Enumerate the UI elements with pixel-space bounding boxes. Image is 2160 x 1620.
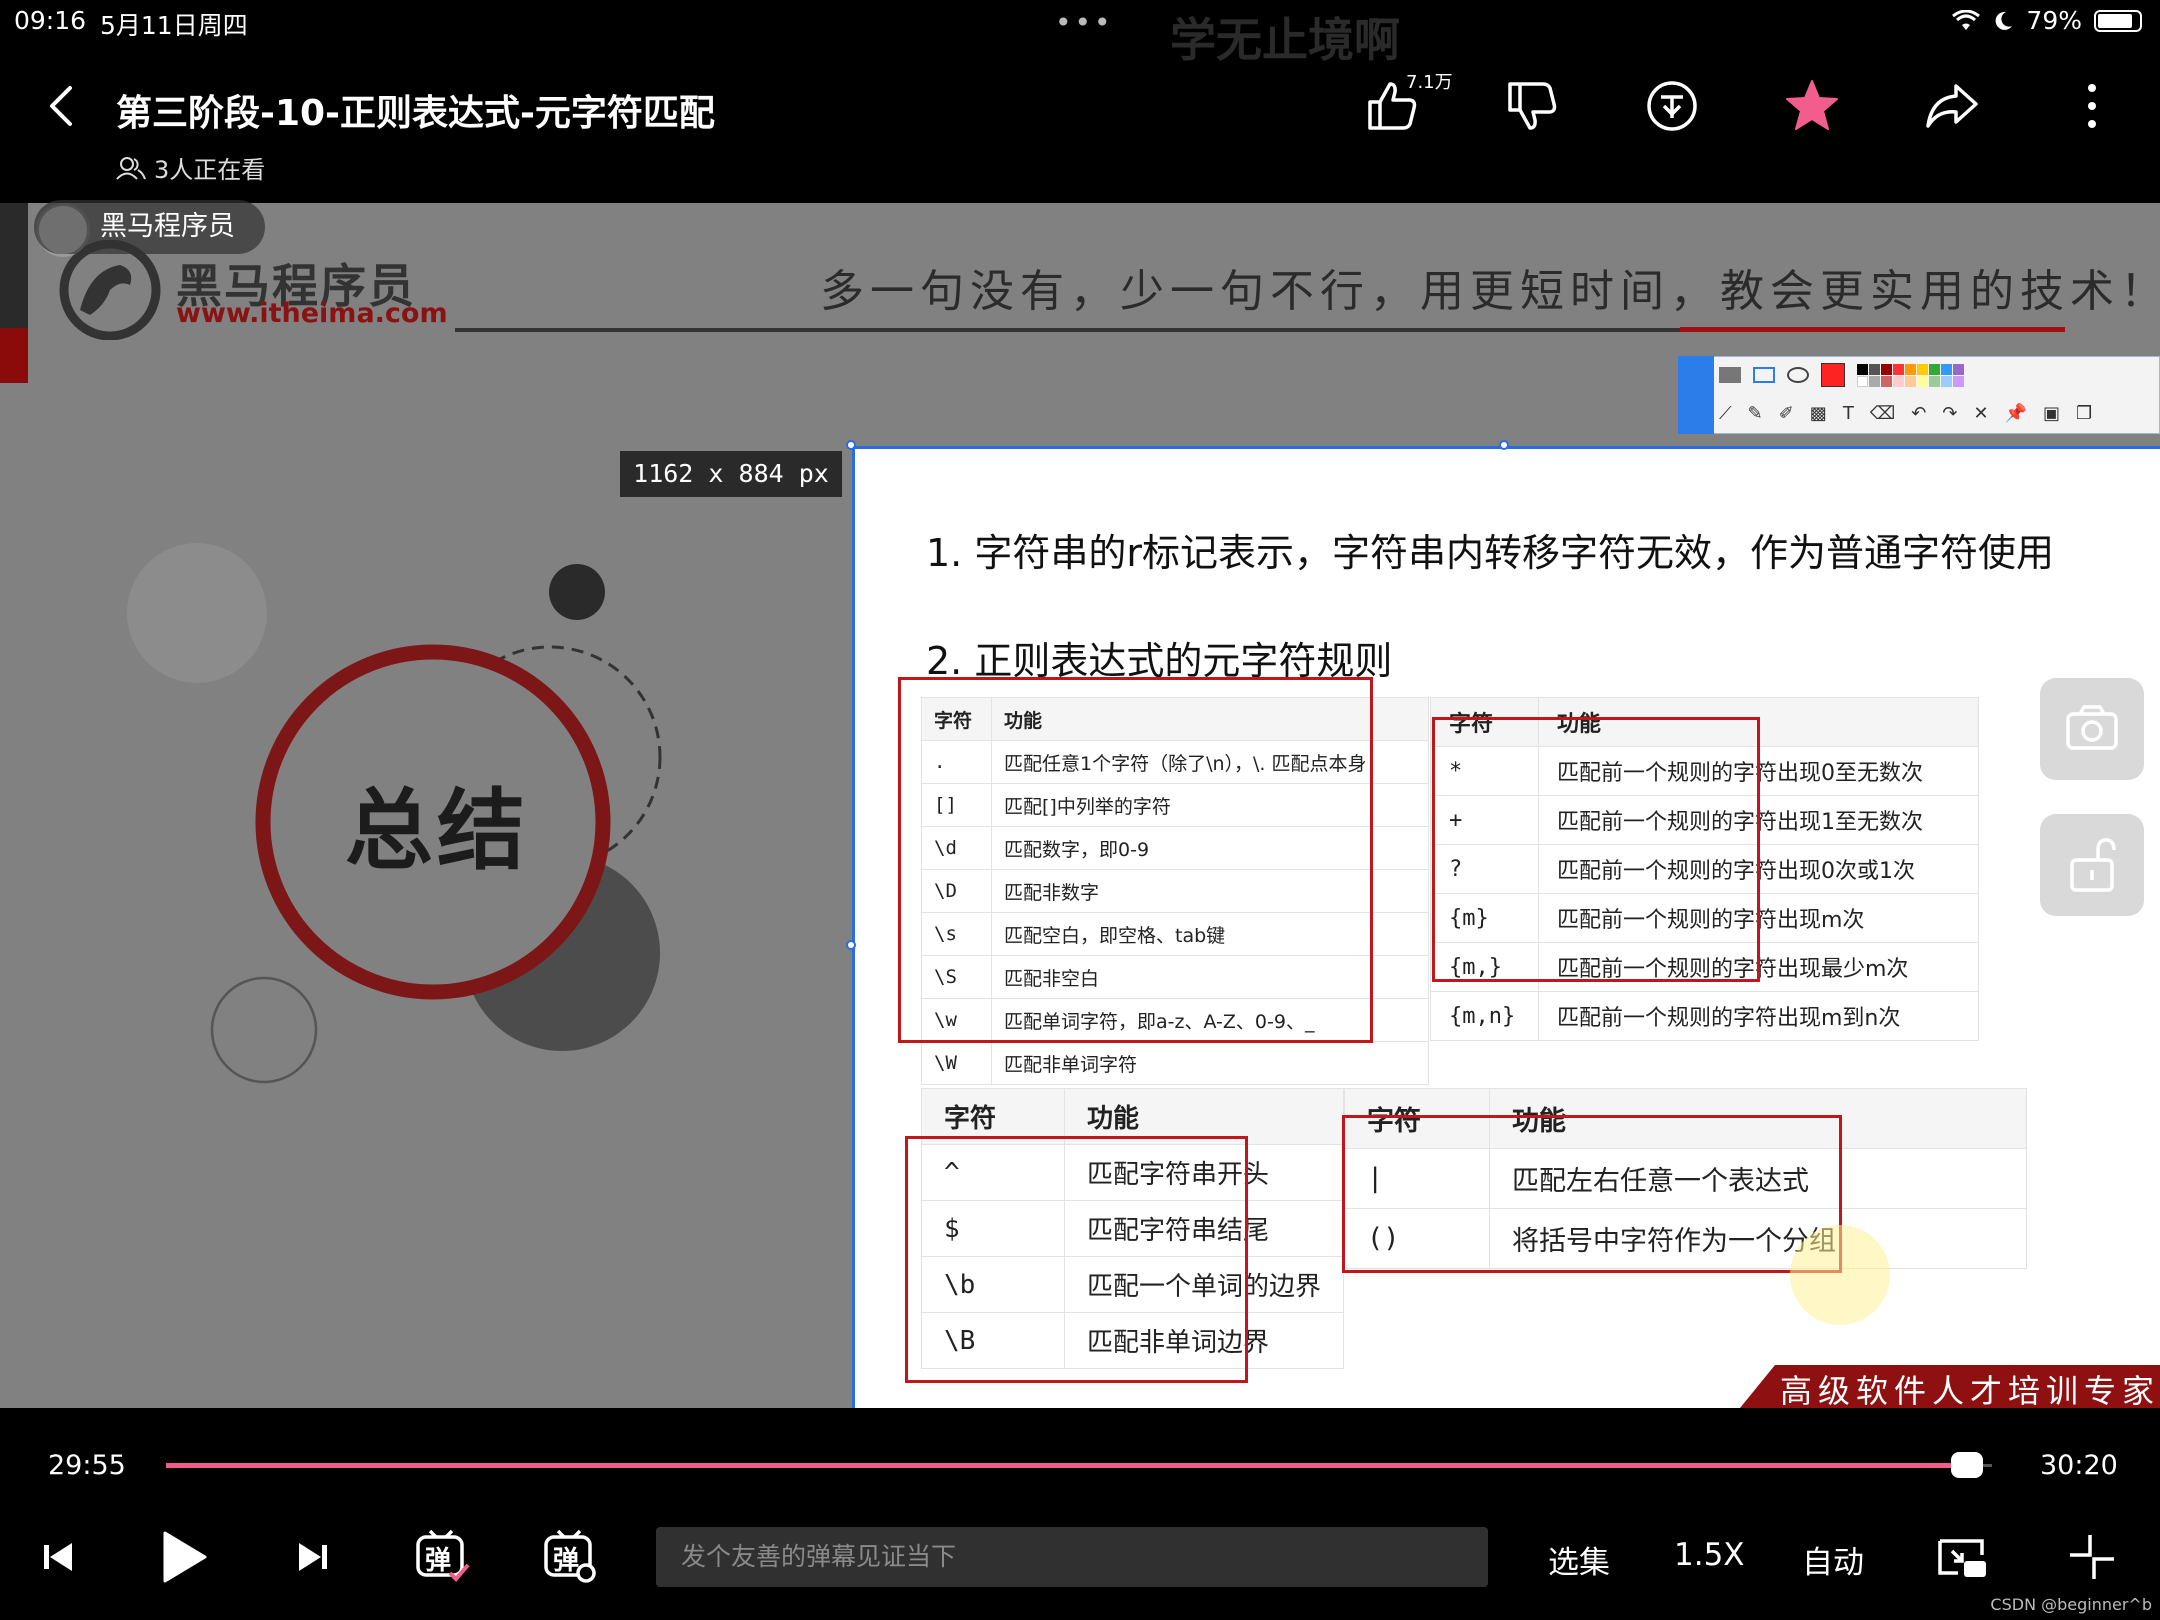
ellipse-icon[interactable] [1787,367,1809,383]
mosaic-icon[interactable]: ▩ [1810,403,1827,424]
status-time: 09:16 [14,6,87,35]
toolbar-shapes-row [1719,363,1964,387]
danmaku-settings-button[interactable]: 弹 [540,1527,600,1587]
table-cell-desc: 匹配非单词字符 [991,1041,1429,1085]
back-arrow-icon[interactable] [38,80,86,132]
table-row: {m,n} 匹配前一个规则的字符出现m到n次 [1430,991,1979,1041]
battery-icon [2094,9,2142,32]
pencil-icon[interactable]: ✎ [1748,403,1763,424]
rect-fill-icon[interactable] [1719,367,1741,383]
screenshot-dimension-label: 1162 x 884 px [620,451,842,497]
status-date: 5月11日周四 [100,11,248,40]
resize-handle-top-left[interactable] [846,440,856,450]
undo-icon[interactable]: ↶ [1911,403,1926,424]
viewers-icon [116,156,146,180]
next-icon[interactable] [283,1527,343,1587]
summary-title: 总结 [345,779,530,882]
resize-handle-left[interactable] [846,940,856,950]
coin-icon[interactable] [1642,76,1702,136]
resize-handle-top[interactable] [1499,440,1509,450]
speed-button[interactable]: 1.5X [1674,1537,1745,1573]
slide-point-1: 1. 字符串的r标记表示，字符串内转移字符无效，作为普通字符使用 [926,531,2054,575]
color-current-swatch[interactable] [1821,363,1845,387]
lock-button[interactable] [2040,814,2144,916]
favorite-star-icon[interactable] [1782,76,1842,136]
danmaku-toggle-button[interactable]: 弹 [412,1527,472,1587]
annotation-box-1 [898,677,1373,1043]
table-row: \W 匹配非单词字符 [921,1041,1429,1085]
status-right: 79% [1952,6,2142,35]
danmaku-input[interactable]: 发个友善的弹幕见证当下 [656,1527,1488,1587]
viewer-count: 3人正在看 [116,150,265,185]
progress-fill [166,1463,1965,1468]
logo-url: www.itheima.com [176,298,448,329]
slide-slogan: 多一句没有，少一句不行，用更短时间，教会更实用的技术！ [820,266,2160,317]
slide-left-bar [0,203,28,328]
color-palette[interactable] [1857,363,1964,387]
moon-icon [1996,11,2013,30]
redo-icon[interactable]: ↷ [1942,403,1957,424]
battery-percent: 79% [2026,6,2082,35]
close-icon[interactable]: ✕ [1973,403,1988,424]
annotation-box-4 [1342,1115,1842,1273]
status-bar: 09:16 5月11日周四 ••• 学无止境啊 79% [0,0,2160,67]
capture-toolbar: ⟋ ✎ ✐ ▩ T ⌫ ↶ ↷ ✕ 📌 ▣ ❐ [1678,356,2160,434]
camera-icon [2066,705,2118,750]
progress-thumb[interactable] [1951,1452,1983,1478]
viewer-count-text: 3人正在看 [154,156,266,184]
annotation-box-3 [905,1136,1248,1383]
background-ghost-text: 学无止境啊 [1170,13,1400,67]
text-tool-icon[interactable]: T [1843,403,1854,424]
table-cell-char: \W [921,1041,992,1085]
toolbar-select-tool[interactable] [1678,356,1714,434]
eraser-icon[interactable]: ⌫ [1870,403,1895,424]
video-title: 第三阶段-10-正则表达式-元字符匹配 [116,93,715,134]
exit-fullscreen-icon[interactable] [2062,1527,2122,1587]
like-count: 7.1万 [1406,72,1453,93]
pin-icon[interactable]: 📌 [2005,403,2027,424]
csdn-credit: CSDN @beginner^b [1990,1595,2152,1614]
copy-icon[interactable]: ❐ [2076,403,2092,424]
current-time: 29:55 [48,1450,126,1481]
save-icon[interactable]: ▣ [2043,403,2060,424]
slide-left-accent [0,328,28,383]
danmaku-settings-label: 弹 [553,1546,580,1576]
more-options-icon[interactable] [2062,76,2122,136]
pointer-highlight [1790,1225,1890,1325]
toolbar-tools-row: ⟋ ✎ ✐ ▩ T ⌫ ↶ ↷ ✕ 📌 ▣ ❐ [1719,403,2092,424]
picture-in-picture-icon[interactable] [1932,1527,1992,1587]
slide-banner-text: 高级软件人才培训专家 [1780,1372,2160,1410]
slogan-red-accent [1680,327,2065,332]
annotation-box-2 [1432,717,1760,982]
share-arrow-icon[interactable] [1922,76,1982,136]
wifi-icon [1952,9,1981,30]
total-time: 30:20 [2040,1450,2118,1481]
episodes-button[interactable]: 选集 [1548,1537,1610,1582]
danmaku-on-label: 弹 [425,1546,452,1576]
multitask-dots[interactable]: ••• [1055,6,1114,39]
rect-outline-icon[interactable] [1753,367,1775,383]
quality-button[interactable]: 自动 [1802,1537,1864,1582]
previous-icon[interactable] [28,1527,88,1587]
screenshot-button[interactable] [2040,678,2144,780]
table-cell-desc: 匹配前一个规则的字符出现m到n次 [1538,991,1979,1041]
unlock-icon [2070,838,2116,892]
thumbs-down-icon[interactable] [1502,76,1562,136]
line-tool-icon[interactable]: ⟋ [1719,403,1732,424]
channel-name[interactable]: 黑马程序员 [34,200,265,254]
table-cell-char: {m,n} [1430,991,1539,1041]
highlighter-icon[interactable]: ✐ [1779,403,1794,424]
play-icon[interactable] [153,1527,213,1587]
